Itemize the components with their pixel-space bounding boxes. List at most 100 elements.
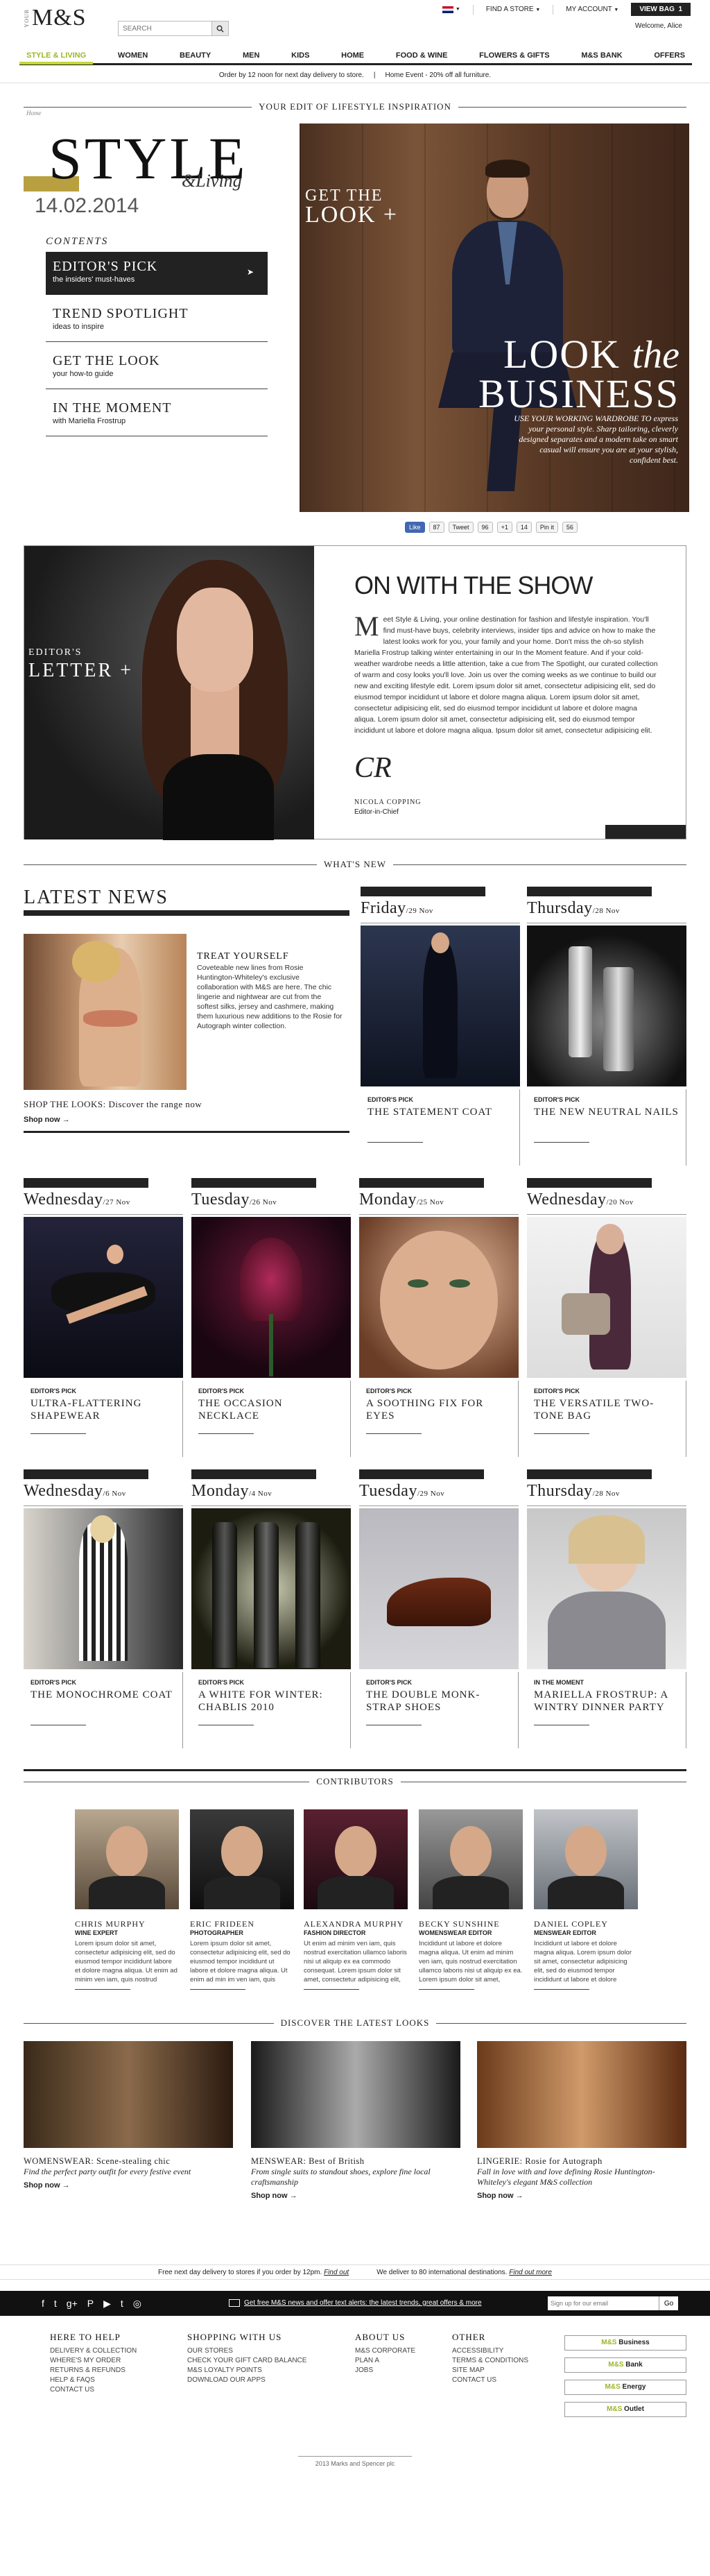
ms-logo[interactable]: YOUR M&S (24, 6, 87, 31)
card-image[interactable] (24, 1508, 183, 1669)
card-image[interactable] (527, 1508, 686, 1669)
card-title[interactable]: MARIELLA FROSTRUP: A WINTRY DINNER PARTY (534, 1689, 679, 1714)
contributor[interactable]: ERIC FRIDEEN PHOTOGRAPHER Lorem ipsum dolo… (190, 1809, 294, 1990)
nav-item[interactable]: FOOD & WINE (389, 46, 455, 65)
article-card[interactable]: Thursday/28 Nov EDITOR'S PICK THE NEW NEUT… (527, 887, 686, 1171)
text-alerts[interactable]: Get free M&S news and offer text alerts:… (229, 2299, 482, 2307)
card-title[interactable]: A SOOTHING FIX FOR EYES (366, 1397, 512, 1422)
tumblr-icon[interactable]: t (121, 2298, 123, 2310)
nav-item[interactable]: MEN (236, 46, 266, 65)
nav-item[interactable]: WOMEN (111, 46, 155, 65)
card-title[interactable]: A WHITE FOR WINTER: CHABLIS 2010 (198, 1689, 344, 1714)
go-button[interactable]: Go (659, 2296, 678, 2310)
footer-link[interactable]: PLAN A (355, 2356, 415, 2366)
nav-item[interactable]: KIDS (284, 46, 316, 65)
article-card[interactable]: Monday/4 Nov EDITOR'S PICK A WHITE FOR WIN… (191, 1469, 351, 1754)
footer-link[interactable]: DELIVERY & COLLECTION (50, 2346, 137, 2356)
contributor[interactable]: BECKY SUNSHINE WOMENSWEAR EDITOR Incididun… (419, 1809, 523, 1990)
news-heading[interactable]: TREAT YOURSELF (197, 952, 343, 962)
nav-item[interactable]: FLOWERS & GIFTS (472, 46, 556, 65)
card-image[interactable] (527, 1217, 686, 1378)
google-plus-icon[interactable]: g+ (67, 2298, 78, 2310)
pinterest-button[interactable]: Pin it (535, 522, 558, 533)
search-input[interactable] (119, 22, 211, 35)
article-card[interactable]: Wednesday/20 Nov EDITOR'S PICK THE VERSATI… (527, 1178, 686, 1462)
card-image[interactable] (191, 1217, 351, 1378)
footer-link[interactable]: CHECK YOUR GIFT CARD BALANCE (187, 2356, 306, 2366)
article-card[interactable]: Thursday/28 Nov IN THE MOMENT MARIELLA FRO… (527, 1469, 686, 1754)
contributor-photo[interactable] (534, 1809, 638, 1909)
find-out-link[interactable]: Find out (324, 2269, 349, 2276)
footer-link[interactable]: TERMS & CONDITIONS (452, 2356, 528, 2366)
article-card[interactable]: Monday/25 Nov EDITOR'S PICK A SOOTHING FIX… (359, 1178, 519, 1462)
shop-now-link[interactable]: Shop now → (24, 2181, 233, 2190)
footer-link[interactable]: WHERE'S MY ORDER (50, 2356, 137, 2366)
letter-label[interactable]: LETTER + (28, 660, 133, 682)
card-title[interactable]: THE VERSATILE TWO-TONE BAG (534, 1397, 679, 1422)
view-bag-button[interactable]: VIEW BAG 1 (631, 3, 691, 16)
contents-item[interactable]: EDITOR'S PICK the insiders' must-haves ➤ (46, 252, 268, 295)
card-title[interactable]: THE OCCASION NECKLACE (198, 1397, 344, 1422)
shop-now-link[interactable]: Shop now → (251, 2192, 460, 2200)
nav-item[interactable]: M&S BANK (574, 46, 629, 65)
footer-link[interactable]: ACCESSIBILITY (452, 2346, 528, 2356)
card-title[interactable]: THE MONOCHROME COAT (31, 1689, 176, 1701)
card-title[interactable]: THE STATEMENT COAT (367, 1106, 513, 1118)
card-title[interactable]: THE DOUBLE MONK-STRAP SHOES (366, 1689, 512, 1714)
footer-link[interactable]: JOBS (355, 2366, 415, 2375)
promo-right[interactable]: Home Event - 20% off all furniture. (385, 71, 491, 79)
footer-link[interactable]: CONTACT US (50, 2385, 137, 2395)
article-card[interactable]: Friday/29 Nov EDITOR'S PICK THE STATEMENT … (361, 887, 520, 1171)
youtube-icon[interactable]: ▶ (103, 2298, 111, 2310)
footer-link[interactable]: OUR STORES (187, 2346, 306, 2356)
footer-link[interactable]: M&S LOYALTY POINTS (187, 2366, 306, 2375)
footer-link[interactable]: RETURNS & REFUNDS (50, 2366, 137, 2375)
service-button[interactable]: M&S Outlet (564, 2402, 686, 2417)
look-card[interactable]: MENSWEAR: Best of British From single sui… (251, 2041, 460, 2200)
search-button[interactable] (211, 22, 228, 35)
facebook-like-button[interactable]: Like (405, 522, 425, 533)
shop-now-link[interactable]: Shop now → (24, 1116, 70, 1124)
news-image[interactable] (24, 934, 187, 1090)
contents-item[interactable]: GET THE LOOK your how-to guide (46, 346, 268, 389)
breadcrumb[interactable]: Home (26, 110, 42, 117)
look-image[interactable] (477, 2041, 686, 2148)
get-the-look-label[interactable]: GET THE LOOK + (305, 186, 398, 227)
look-card[interactable]: LINGERIE: Rosie for Autograph Fall in lov… (477, 2041, 686, 2200)
footer-link[interactable]: HELP & FAQS (50, 2375, 137, 2385)
contributor[interactable]: CHRIS MURPHY WINE EXPERT Lorem ipsum dolor… (75, 1809, 179, 1990)
find-store-link[interactable]: FIND A STORE ▼ (486, 6, 540, 13)
footer-link[interactable]: CONTACT US (452, 2375, 528, 2385)
card-image[interactable] (527, 926, 686, 1086)
footer-link[interactable]: DOWNLOAD OUR APPS (187, 2375, 306, 2385)
hero-feature-image[interactable]: GET THE LOOK + LOOK the BUSINESS USE YOUR … (300, 123, 689, 512)
card-image[interactable] (359, 1508, 519, 1669)
contents-item[interactable]: IN THE MOMENT with Mariella Frostrup (46, 393, 268, 436)
service-button[interactable]: M&S Bank (564, 2357, 686, 2373)
facebook-icon[interactable]: f (42, 2298, 44, 2310)
contents-item[interactable]: TREND SPOTLIGHT ideas to inspire (46, 299, 268, 342)
article-card[interactable]: Wednesday/27 Nov EDITOR'S PICK ULTRA-FLATT… (24, 1178, 183, 1462)
nav-item[interactable]: HOME (334, 46, 371, 65)
card-image[interactable] (359, 1217, 519, 1378)
look-image[interactable] (24, 2041, 233, 2148)
contributor-photo[interactable] (190, 1809, 294, 1909)
footer-link[interactable]: SITE MAP (452, 2366, 528, 2375)
look-image[interactable] (251, 2041, 460, 2148)
look-card[interactable]: WOMENSWEAR: Scene-stealing chic Find the … (24, 2041, 233, 2190)
contributor[interactable]: DANIEL COPLEY MENSWEAR EDITOR Incididunt u… (534, 1809, 638, 1990)
nav-item[interactable]: BEAUTY (173, 46, 218, 65)
card-title[interactable]: THE NEW NEUTRAL NAILS (534, 1106, 679, 1118)
nav-item[interactable]: STYLE & LIVING (19, 46, 94, 65)
find-out-more-link[interactable]: Find out more (509, 2269, 552, 2276)
tweet-button[interactable]: Tweet (448, 522, 474, 533)
twitter-icon[interactable]: t (54, 2298, 57, 2310)
card-title[interactable]: ULTRA-FLATTERING SHAPEWEAR (31, 1397, 176, 1422)
pinterest-icon[interactable]: P (87, 2298, 94, 2310)
card-image[interactable] (24, 1217, 183, 1378)
country-selector[interactable]: ▼ (442, 6, 460, 13)
promo-left[interactable]: Order by 12 noon for next day delivery t… (219, 71, 364, 79)
shop-now-link[interactable]: Shop now → (477, 2192, 686, 2200)
nav-item[interactable]: OFFERS (647, 46, 692, 65)
article-card[interactable]: Tuesday/26 Nov EDITOR'S PICK THE OCCASION … (191, 1178, 351, 1462)
